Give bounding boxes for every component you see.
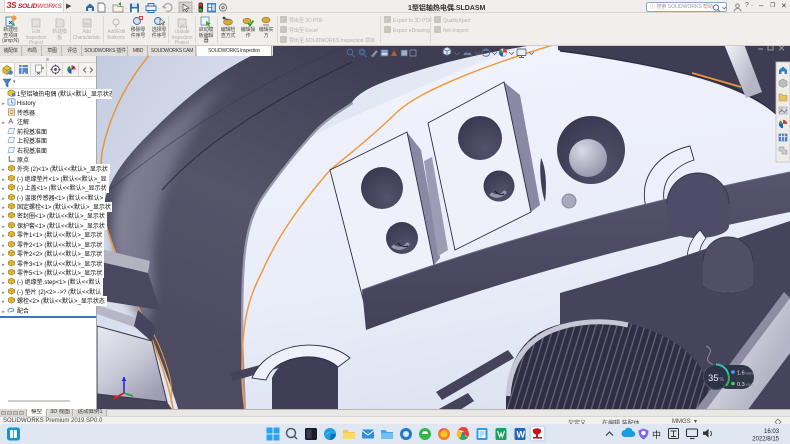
svg-text:35: 35 [708,373,719,384]
svg-text:%: % [720,377,725,383]
svg-text:·: · [107,6,109,12]
svg-text:KB/s: KB/s [746,383,754,387]
svg-text:·: · [174,6,176,12]
svg-text:·: · [125,6,127,12]
svg-text:W: W [517,430,526,440]
svg-text:·: · [230,6,232,12]
svg-text:中: 中 [652,429,661,440]
svg-text:0.3: 0.3 [737,382,745,388]
svg-text:·: · [141,6,143,12]
svg-text:MB/s: MB/s [746,372,754,376]
svg-text:·: · [193,6,195,12]
svg-text:2022/8/15: 2022/8/15 [752,437,779,443]
svg-text:A: A [8,118,13,125]
svg-text:16:03: 16:03 [764,429,780,435]
svg-text:1.6: 1.6 [737,371,745,377]
svg-text:·: · [158,6,160,12]
